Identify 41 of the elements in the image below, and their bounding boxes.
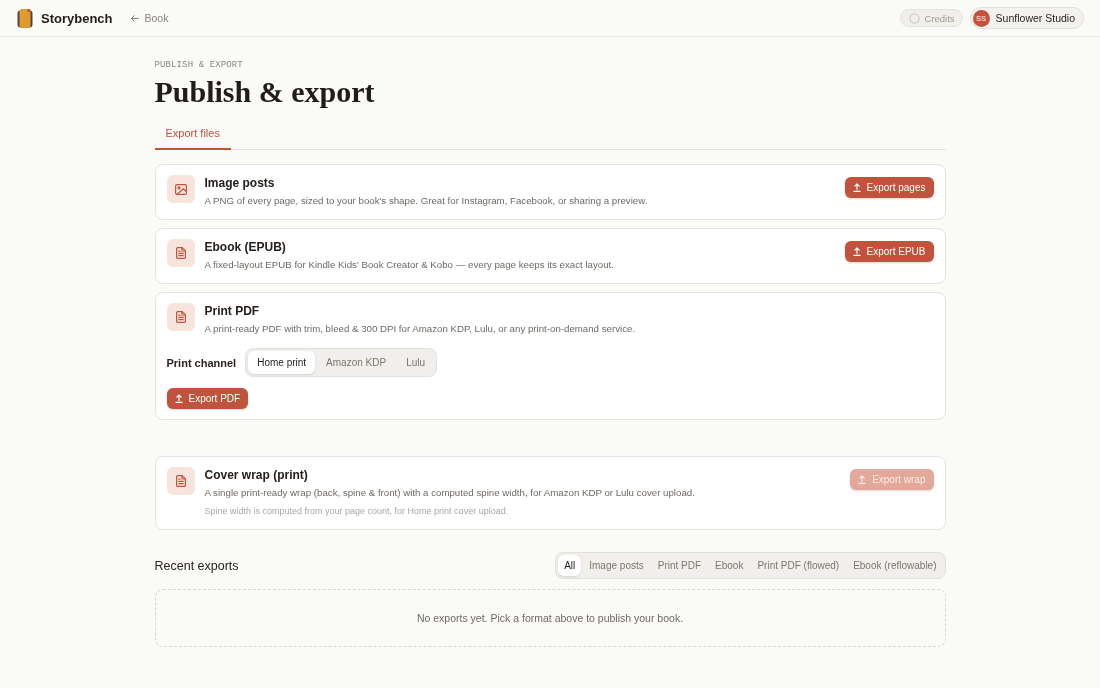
export-button[interactable]: Export PDF <box>166 388 249 409</box>
channel-option[interactable]: Lulu <box>397 351 435 374</box>
filter-option[interactable]: Ebook <box>709 555 750 576</box>
card-description: A fixed-layout EPUB for Kindle Kids' Book Creator & Kobo — every page keeps its exact layout. <box>204 258 615 272</box>
tab[interactable]: Export files <box>154 118 231 150</box>
upload-icon <box>174 394 183 403</box>
print-channel-label: Print channel <box>166 356 237 369</box>
card-description: A PNG of every page, sized to your book's shape. Great for Instagram, Facebook, or sharing a preview. <box>204 194 649 208</box>
back-link[interactable]: Book <box>130 12 169 24</box>
upload-icon <box>852 247 861 256</box>
empty-message: No exports yet. Pick a format above to publish your book. <box>416 612 684 624</box>
document-icon <box>166 467 195 495</box>
upload-icon <box>858 475 867 484</box>
page-title: Publish & export <box>154 74 376 110</box>
upload-icon <box>852 183 861 192</box>
card-description: A single print-ready wrap (back, spine & front) with a computed spine width, for Amazon KDP or Lulu cover upload. <box>204 486 696 500</box>
page-eyebrow: PUBLISH & EXPORT <box>154 60 244 71</box>
ring-icon <box>908 12 920 24</box>
channel-option[interactable]: Amazon KDP <box>317 351 396 374</box>
export-button[interactable]: Export EPUB <box>844 241 934 262</box>
filter-option[interactable]: Image posts <box>583 555 650 576</box>
filter-option[interactable]: Ebook (reflowable) <box>847 555 943 576</box>
section-title: Recent exports <box>154 558 239 573</box>
filter-option[interactable]: All <box>558 555 582 576</box>
card-note: Spine width is computed from your page count, for Home print cover upload. <box>204 505 510 518</box>
card-description: A print-ready PDF with trim, bleed & 300 DPI for Amazon KDP, Lulu, or any print-on-demand service. <box>204 322 637 336</box>
back-arrow-icon <box>130 14 139 22</box>
filter-option[interactable]: Print PDF <box>651 555 708 576</box>
card-title: Cover wrap (print) <box>204 467 309 483</box>
logo-icon <box>17 8 33 28</box>
card-title: Image posts <box>204 175 276 191</box>
filter-option[interactable]: Print PDF (flowed) <box>751 555 846 576</box>
document-icon <box>166 303 195 331</box>
card-title: Print PDF <box>204 303 261 319</box>
channel-option[interactable]: Home print <box>248 351 316 374</box>
brand-name: Storybench <box>41 10 113 26</box>
credits-button[interactable]: Credits <box>899 9 963 27</box>
image-icon <box>166 175 195 203</box>
export-button[interactable]: Export pages <box>844 177 934 198</box>
document-icon <box>166 239 195 267</box>
card-title: Ebook (EPUB) <box>204 239 287 255</box>
